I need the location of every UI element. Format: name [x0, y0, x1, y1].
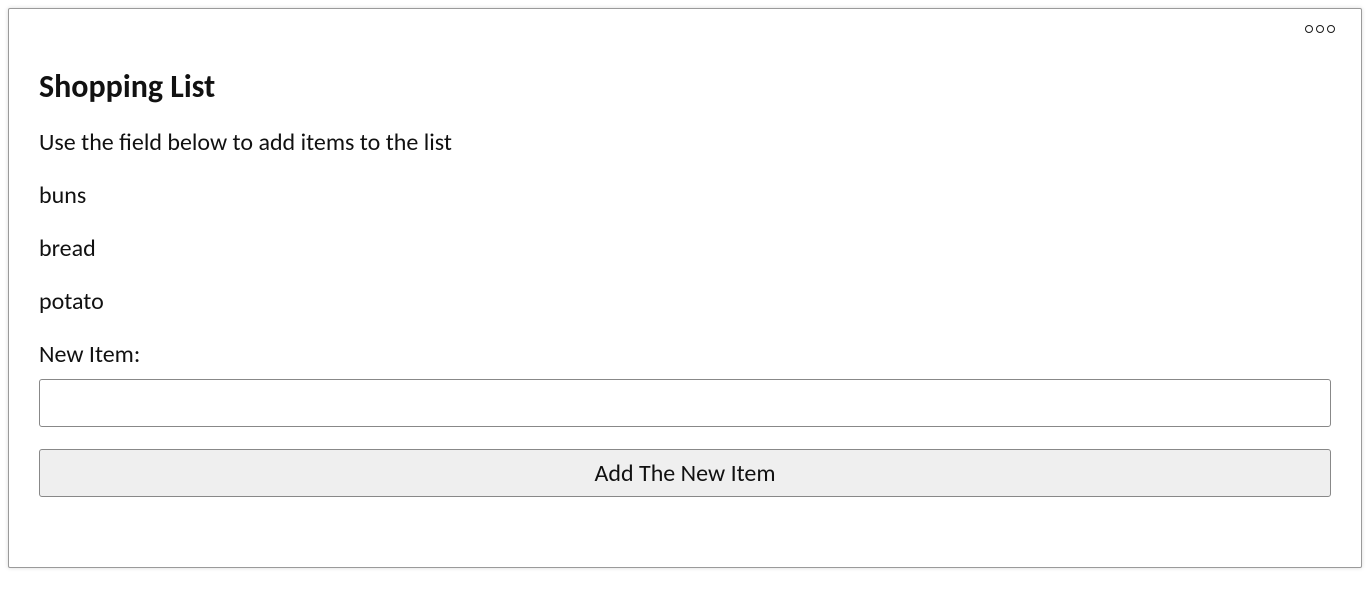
list-item: bread — [39, 234, 1331, 263]
add-item-button[interactable]: Add The New Item — [39, 449, 1331, 497]
card-title: Shopping List — [39, 67, 1331, 106]
card-subtitle: Use the field below to add items to the … — [39, 128, 1331, 157]
list-item: buns — [39, 181, 1331, 210]
more-options-icon[interactable] — [1305, 25, 1335, 33]
new-item-input[interactable] — [39, 379, 1331, 427]
item-list: buns bread potato — [39, 181, 1331, 316]
list-item: potato — [39, 287, 1331, 316]
shopping-list-card: Shopping List Use the field below to add… — [8, 8, 1362, 568]
new-item-label: New Item: — [39, 340, 1331, 369]
